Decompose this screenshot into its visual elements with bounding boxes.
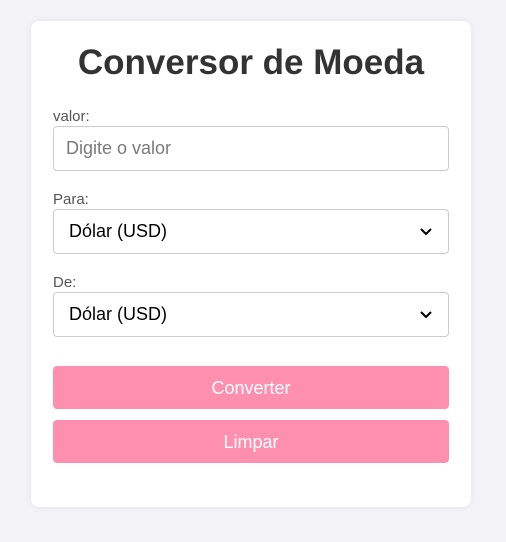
para-select-value: Dólar (USD) [69, 221, 168, 241]
chevron-down-icon [419, 225, 433, 239]
convert-button[interactable]: Converter [53, 366, 449, 409]
de-label: De: [53, 274, 77, 291]
para-label: Para: [53, 191, 89, 208]
de-select[interactable]: Dólar (USD) [53, 292, 449, 337]
para-select[interactable]: Dólar (USD) [53, 209, 449, 254]
page-title: Conversor de Moeda [77, 43, 425, 82]
clear-button[interactable]: Limpar [53, 420, 449, 463]
de-select-value: Dólar (USD) [69, 304, 168, 324]
converter-card: Conversor de Moeda valor: Para: Dólar (U… [31, 21, 471, 507]
valor-input[interactable] [53, 126, 449, 171]
valor-label: valor: [53, 108, 90, 125]
chevron-down-icon [419, 308, 433, 322]
